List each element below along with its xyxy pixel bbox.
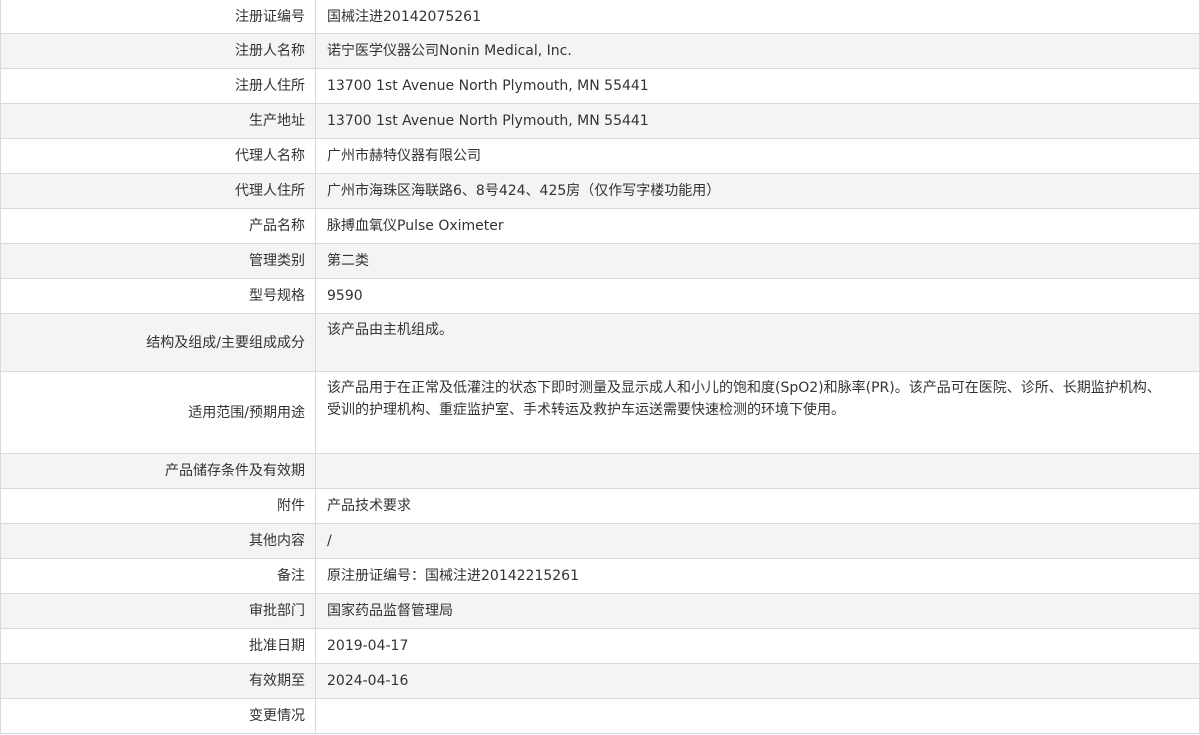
table-row: 注册人名称 诺宁医学仪器公司Nonin Medical, Inc. [0, 33, 1200, 69]
row-value [315, 453, 1200, 489]
table-row: 管理类别 第二类 [0, 243, 1200, 279]
row-label: 注册人住所 [0, 68, 316, 104]
table-row: 产品储存条件及有效期 [0, 453, 1200, 489]
row-value: 13700 1st Avenue North Plymouth, MN 5544… [315, 68, 1200, 104]
table-row: 审批部门 国家药品监督管理局 [0, 593, 1200, 629]
registration-detail-table: 注册证编号 国械注进20142075261 注册人名称 诺宁医学仪器公司Noni… [0, 0, 1200, 734]
row-label: 批准日期 [0, 628, 316, 664]
row-value: 该产品由主机组成。 [315, 313, 1200, 372]
row-value: 第二类 [315, 243, 1200, 279]
row-label: 其他内容 [0, 523, 316, 559]
row-label: 变更情况 [0, 698, 316, 734]
row-value: 广州市赫特仪器有限公司 [315, 138, 1200, 174]
table-row: 适用范围/预期用途 该产品用于在正常及低灌注的状态下即时测量及显示成人和小儿的饱… [0, 371, 1200, 454]
row-value [315, 698, 1200, 734]
row-label: 产品名称 [0, 208, 316, 244]
row-value: 2019-04-17 [315, 628, 1200, 664]
row-label: 生产地址 [0, 103, 316, 139]
row-label: 产品储存条件及有效期 [0, 453, 316, 489]
table-row: 其他内容 / [0, 523, 1200, 559]
row-value: 2024-04-16 [315, 663, 1200, 699]
row-label: 附件 [0, 488, 316, 524]
table-row: 代理人名称 广州市赫特仪器有限公司 [0, 138, 1200, 174]
row-label: 结构及组成/主要组成成分 [0, 313, 316, 372]
row-value: 产品技术要求 [315, 488, 1200, 524]
row-label: 审批部门 [0, 593, 316, 629]
row-value: 脉搏血氧仪Pulse Oximeter [315, 208, 1200, 244]
table-row: 注册人住所 13700 1st Avenue North Plymouth, M… [0, 68, 1200, 104]
table-row: 产品名称 脉搏血氧仪Pulse Oximeter [0, 208, 1200, 244]
row-label: 有效期至 [0, 663, 316, 699]
row-value: 国械注进20142075261 [315, 0, 1200, 34]
row-label: 管理类别 [0, 243, 316, 279]
table-row: 变更情况 [0, 698, 1200, 734]
table-row: 结构及组成/主要组成成分 该产品由主机组成。 [0, 313, 1200, 372]
row-value: / [315, 523, 1200, 559]
row-value: 国家药品监督管理局 [315, 593, 1200, 629]
row-label: 备注 [0, 558, 316, 594]
row-value: 广州市海珠区海联路6、8号424、425房（仅作写字楼功能用） [315, 173, 1200, 209]
row-value: 原注册证编号：国械注进20142215261 [315, 558, 1200, 594]
row-label: 代理人名称 [0, 138, 316, 174]
table-row: 型号规格 9590 [0, 278, 1200, 314]
row-value: 9590 [315, 278, 1200, 314]
table-row: 批准日期 2019-04-17 [0, 628, 1200, 664]
table-row: 代理人住所 广州市海珠区海联路6、8号424、425房（仅作写字楼功能用） [0, 173, 1200, 209]
row-label: 适用范围/预期用途 [0, 371, 316, 454]
row-value: 诺宁医学仪器公司Nonin Medical, Inc. [315, 33, 1200, 69]
table-row: 备注 原注册证编号：国械注进20142215261 [0, 558, 1200, 594]
table-row: 注册证编号 国械注进20142075261 [0, 0, 1200, 34]
table-row: 有效期至 2024-04-16 [0, 663, 1200, 699]
row-value: 该产品用于在正常及低灌注的状态下即时测量及显示成人和小儿的饱和度(SpO2)和脉… [315, 371, 1200, 454]
row-label: 注册人名称 [0, 33, 316, 69]
row-label: 代理人住所 [0, 173, 316, 209]
row-label: 型号规格 [0, 278, 316, 314]
table-row: 附件 产品技术要求 [0, 488, 1200, 524]
row-value: 13700 1st Avenue North Plymouth, MN 5544… [315, 103, 1200, 139]
row-label: 注册证编号 [0, 0, 316, 34]
table-row: 生产地址 13700 1st Avenue North Plymouth, MN… [0, 103, 1200, 139]
